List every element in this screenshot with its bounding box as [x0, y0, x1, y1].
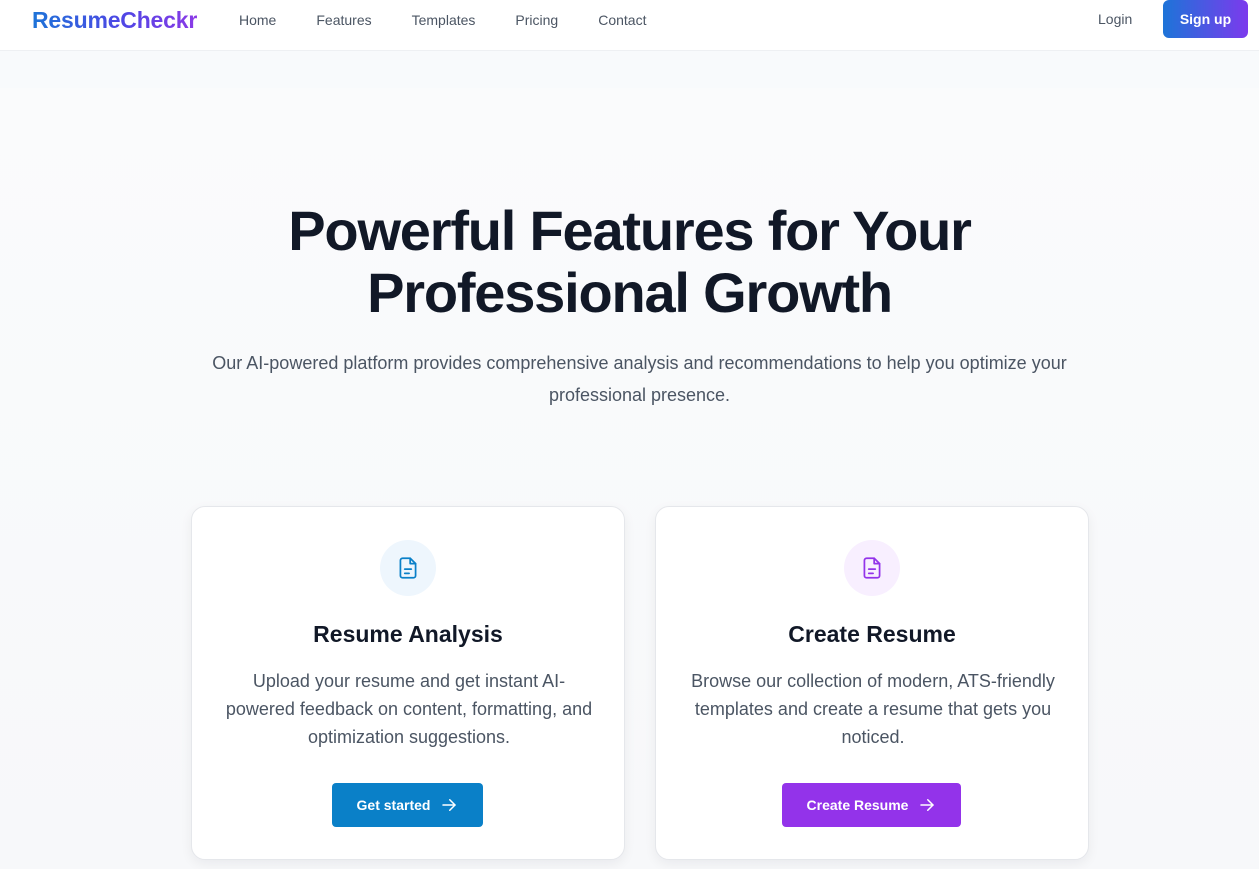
nav-link-features[interactable]: Features	[316, 12, 371, 28]
arrow-right-icon	[440, 796, 458, 814]
main-nav: Home Features Templates Pricing Contact	[239, 12, 686, 28]
card-title: Create Resume	[788, 621, 956, 647]
create-resume-button[interactable]: Create Resume	[782, 783, 961, 827]
page-title-line-1: Powerful Features for Your	[288, 199, 972, 262]
page-title-line-2: Professional Growth	[367, 261, 893, 324]
get-started-button[interactable]: Get started	[332, 783, 483, 827]
card-description: Upload your resume and get instant AI-po…	[225, 671, 593, 747]
card-title: Resume Analysis	[313, 621, 503, 647]
page-title: Powerful Features for Your Professional …	[0, 200, 1259, 324]
button-label: Create Resume	[806, 797, 909, 813]
arrow-right-icon	[918, 796, 936, 814]
nav-link-templates[interactable]: Templates	[412, 12, 476, 28]
file-text-icon	[844, 540, 900, 596]
top-navbar: ResumeCheckr Home Features Templates Pri…	[0, 0, 1259, 51]
signup-button[interactable]: Sign up	[1163, 0, 1248, 38]
feature-card-resume-analysis: Resume Analysis Upload your resume and g…	[191, 506, 625, 860]
feature-card-create-resume: Create Resume Browse our collection of m…	[655, 506, 1089, 860]
page-subtitle: Our AI-powered platform provides compreh…	[212, 353, 1067, 405]
login-link[interactable]: Login	[1098, 11, 1132, 27]
brand-logo[interactable]: ResumeCheckr	[32, 6, 197, 34]
button-label: Get started	[356, 797, 431, 813]
file-text-icon	[380, 540, 436, 596]
nav-link-home[interactable]: Home	[239, 12, 276, 28]
card-description: Browse our collection of modern, ATS-fri…	[691, 671, 1055, 747]
nav-link-pricing[interactable]: Pricing	[515, 12, 558, 28]
nav-link-contact[interactable]: Contact	[598, 12, 646, 28]
